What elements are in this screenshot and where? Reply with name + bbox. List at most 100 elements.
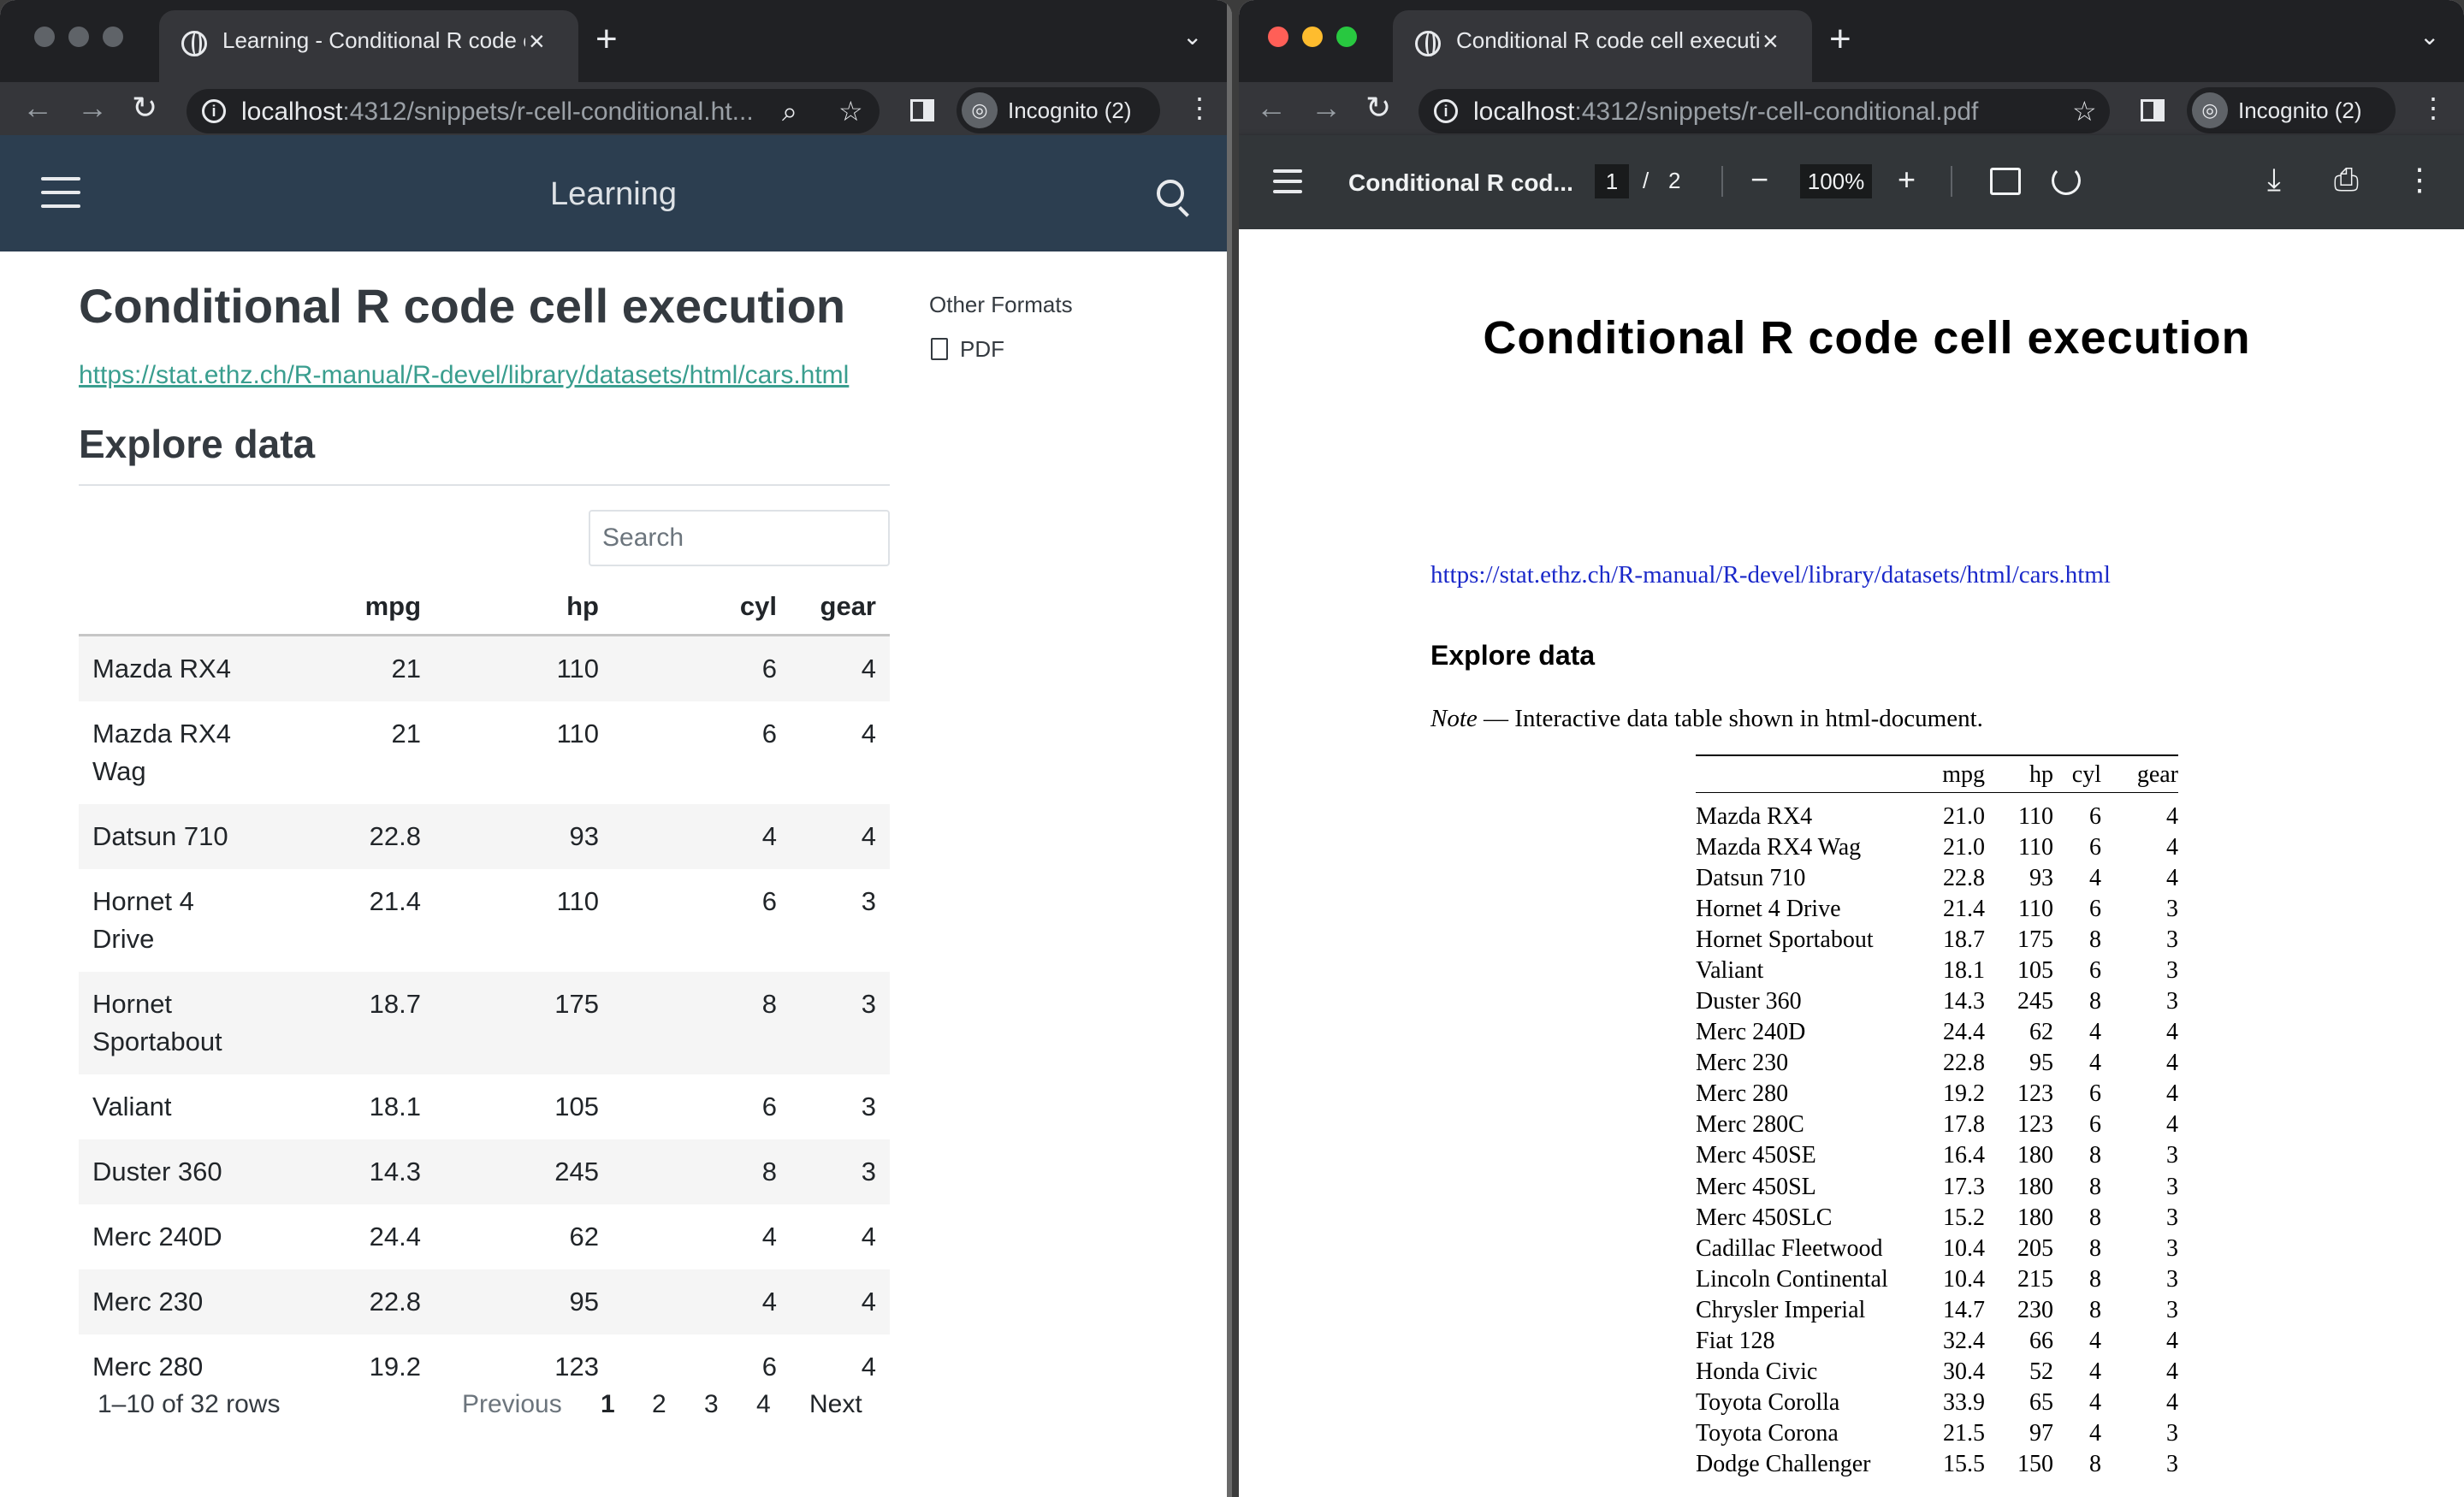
cars-dataset-link[interactable]: https://stat.ethz.ch/R-manual/R-devel/li… xyxy=(79,361,849,390)
zoom-out-icon[interactable]: − xyxy=(1750,161,1768,198)
cell-model: Datsun 710 xyxy=(79,803,257,869)
browser-toolbar: ← → ↻ i localhost:4312/snippets/r-cell-c… xyxy=(1239,82,2464,135)
column-header[interactable] xyxy=(79,580,257,636)
zoom-lens-icon[interactable]: ⌕ xyxy=(782,96,797,127)
close-window-button[interactable] xyxy=(1268,27,1288,47)
rotate-icon[interactable] xyxy=(2052,166,2081,195)
pdf-cell-model: Hornet 4 Drive xyxy=(1696,895,1841,922)
zoom-window-button[interactable] xyxy=(1336,27,1357,47)
address-bar[interactable]: i localhost:4312/snippets/r-cell-conditi… xyxy=(1419,89,2110,133)
url-text[interactable]: localhost:4312/snippets/r-cell-condition… xyxy=(241,98,754,127)
site-info-icon[interactable]: i xyxy=(202,99,226,123)
table-row: Datsun 710 22.8 93 4 4 xyxy=(79,803,890,869)
pdf-cell-hp: 110 xyxy=(2018,895,2053,922)
pdf-cell-model: Mazda RX4 xyxy=(1696,802,1813,830)
pager-page-2[interactable]: 2 xyxy=(652,1390,666,1419)
pager-previous-button[interactable]: Previous xyxy=(462,1390,562,1419)
left-browser-window: Learning - Conditional R code c × + ⌄ ← … xyxy=(0,0,1232,1497)
incognito-badge[interactable]: ◎ Incognito (2) xyxy=(2187,87,2396,133)
forward-icon[interactable]: → xyxy=(1311,89,1342,127)
pdf-more-icon[interactable]: ⋮ xyxy=(2404,161,2435,198)
tab-learning[interactable]: Learning - Conditional R code c × xyxy=(159,10,578,82)
browser-menu-icon[interactable]: ⋮ xyxy=(2420,92,2447,123)
search-icon[interactable] xyxy=(1157,180,1184,207)
address-bar[interactable]: i localhost:4312/snippets/r-cell-conditi… xyxy=(187,89,880,133)
pdf-column-header-mpg: mpg xyxy=(1937,755,1985,793)
pdf-table-row: Honda Civic 30.4 52 4 4 xyxy=(1696,1357,2178,1388)
tab-conditional-pdf[interactable]: Conditional R code cell executi × xyxy=(1393,10,1812,82)
pdf-cell-model: Dodge Challenger xyxy=(1696,1451,1871,1478)
side-panel-icon[interactable] xyxy=(910,99,934,121)
back-icon[interactable]: ← xyxy=(1256,89,1287,127)
tab-search-icon[interactable]: ⌄ xyxy=(2420,22,2439,50)
cell-model: Mazda RX4 Wag xyxy=(92,718,231,786)
cell-hp: 245 xyxy=(435,1139,613,1204)
zoom-in-icon[interactable]: + xyxy=(1898,161,1916,198)
pdf-table-row: Mazda RX4 21.0 110 6 4 xyxy=(1696,793,2178,832)
cell-model: Merc 230 xyxy=(79,1269,257,1334)
column-header-mpg[interactable]: mpg xyxy=(257,580,435,636)
forward-icon[interactable]: → xyxy=(77,89,108,127)
incognito-icon: ◎ xyxy=(2192,92,2228,128)
incognito-badge[interactable]: ◎ Incognito (2) xyxy=(957,87,1160,133)
pdf-cell-model: Cadillac Fleetwood xyxy=(1696,1234,1883,1262)
tab-close-icon[interactable]: × xyxy=(529,26,545,56)
pdf-cars-link[interactable]: https://stat.ethz.ch/R-manual/R-devel/li… xyxy=(1430,561,2111,589)
reload-icon[interactable]: ↻ xyxy=(132,89,157,127)
new-tab-icon[interactable]: + xyxy=(595,19,618,60)
pdf-cell-model: Hornet Sportabout xyxy=(1696,926,1874,953)
tab-close-icon[interactable]: × xyxy=(1762,26,1779,56)
pdf-cell-hp: 175 xyxy=(2017,926,2053,953)
pager-next-button[interactable]: Next xyxy=(809,1390,862,1419)
cell-mpg: 18.7 xyxy=(257,971,435,1074)
table-search-input[interactable] xyxy=(589,510,890,566)
minimize-window-button[interactable] xyxy=(68,27,89,47)
zoom-window-button[interactable] xyxy=(103,27,123,47)
pdf-cell-gear: 4 xyxy=(2166,1389,2178,1417)
side-panel-icon[interactable] xyxy=(2141,99,2165,121)
site-brand[interactable]: Learning xyxy=(0,176,1227,213)
print-icon[interactable]: ⎙ xyxy=(2334,161,2359,198)
minimize-window-button[interactable] xyxy=(1302,27,1323,47)
fit-to-page-icon[interactable] xyxy=(1990,168,2021,195)
site-info-icon[interactable]: i xyxy=(1434,99,1458,123)
pdf-table-row: Chrysler Imperial 14.7 230 8 3 xyxy=(1696,1295,2178,1326)
pdf-cell-mpg: 30.4 xyxy=(1943,1358,1985,1386)
pdf-sidebar-menu-icon[interactable] xyxy=(1273,169,1302,193)
back-icon[interactable]: ← xyxy=(22,89,53,127)
pdf-cell-cyl: 8 xyxy=(2089,926,2101,953)
cell-cyl: 4 xyxy=(613,1269,791,1334)
pdf-cell-mpg: 21.4 xyxy=(1943,895,1985,922)
pdf-table-row: Cadillac Fleetwood 10.4 205 8 3 xyxy=(1696,1234,2178,1264)
url-text[interactable]: localhost:4312/snippets/r-cell-condition… xyxy=(1473,98,1978,127)
tab-search-icon[interactable]: ⌄ xyxy=(1182,22,1202,50)
bookmark-star-icon[interactable]: ☆ xyxy=(838,96,863,127)
pager-page-1[interactable]: 1 xyxy=(601,1390,615,1419)
pdf-page-input[interactable]: 1 xyxy=(1595,164,1629,198)
globe-icon xyxy=(181,31,207,56)
pdf-table-row: Merc 280C 17.8 123 6 4 xyxy=(1696,1109,2178,1140)
reload-icon[interactable]: ↻ xyxy=(1365,89,1391,127)
column-header-hp[interactable]: hp xyxy=(435,580,613,636)
browser-menu-icon[interactable]: ⋮ xyxy=(1186,92,1213,123)
download-icon[interactable]: ⤓ xyxy=(2267,161,2281,198)
pdf-table-row: Toyota Corolla 33.9 65 4 4 xyxy=(1696,1388,2178,1418)
pdf-page-separator: / xyxy=(1643,168,1650,193)
new-tab-icon[interactable]: + xyxy=(1829,19,1851,60)
bookmark-star-icon[interactable]: ☆ xyxy=(2072,96,2097,127)
pager-page-4[interactable]: 4 xyxy=(756,1390,771,1419)
close-window-button[interactable] xyxy=(34,27,55,47)
pager-page-3[interactable]: 3 xyxy=(704,1390,719,1419)
column-header-gear[interactable]: gear xyxy=(791,580,890,636)
pdf-cell-gear: 3 xyxy=(2166,1451,2178,1478)
cell-model: Valiant xyxy=(92,1091,172,1121)
pdf-zoom-level[interactable]: 100% xyxy=(1800,164,1872,198)
pdf-cell-hp: 180 xyxy=(2017,1142,2053,1169)
section-heading: Explore data xyxy=(79,422,316,466)
pdf-cell-gear: 4 xyxy=(2166,1111,2178,1139)
column-header-cyl[interactable]: cyl xyxy=(613,580,791,636)
pdf-cell-cyl: 4 xyxy=(2089,1019,2101,1046)
pdf-cell-gear: 4 xyxy=(2166,1080,2178,1108)
toolbar-divider xyxy=(1721,166,1723,197)
pdf-cell-mpg: 18.1 xyxy=(1943,956,1985,984)
